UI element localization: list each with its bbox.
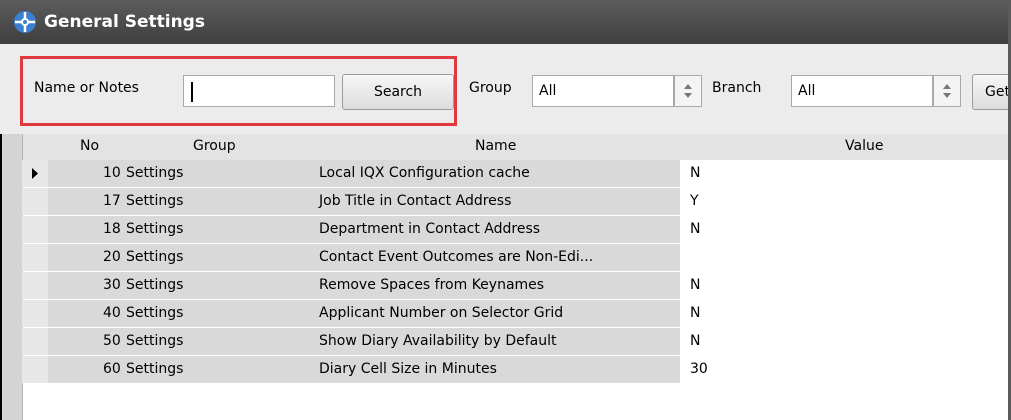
current-row-arrow-icon (32, 168, 38, 179)
row-group: Settings (126, 193, 184, 209)
row-value: N (690, 165, 701, 181)
row-no: 40 (103, 305, 121, 321)
row-selector[interactable] (22, 300, 48, 327)
group-spin-button[interactable] (674, 75, 702, 107)
search-highlight-box (20, 56, 457, 126)
group-select[interactable]: All (532, 75, 674, 107)
table-row[interactable]: 60 Settings Diary Cell Size in Minutes 3… (0, 356, 1008, 384)
column-header-value[interactable]: Value (845, 138, 883, 154)
row-value: N (690, 221, 701, 237)
branch-spin-button[interactable] (933, 75, 961, 107)
row-name: Applicant Number on Selector Grid (319, 305, 564, 321)
row-name: Remove Spaces from Keynames (319, 277, 545, 293)
get-button[interactable]: Get (972, 74, 1011, 110)
table-row[interactable]: 17 Settings Job Title in Contact Address… (0, 188, 1008, 216)
row-no: 10 (103, 165, 121, 181)
row-name: Local IQX Configuration cache (319, 165, 530, 181)
column-header-group[interactable]: Group (193, 138, 236, 154)
table-row[interactable]: 40 Settings Applicant Number on Selector… (0, 300, 1008, 328)
table-row[interactable]: 50 Settings Show Diary Availability by D… (0, 328, 1008, 356)
row-selector[interactable] (22, 188, 48, 215)
row-group: Settings (126, 305, 184, 321)
up-down-arrows-icon (943, 84, 951, 98)
column-header-no[interactable]: No (80, 138, 99, 154)
row-group: Settings (126, 333, 184, 349)
row-selector[interactable] (22, 216, 48, 243)
row-group: Settings (126, 277, 184, 293)
row-value: N (690, 305, 701, 321)
row-no: 17 (103, 193, 121, 209)
table-row[interactable]: 18 Settings Department in Contact Addres… (0, 216, 1008, 244)
row-name: Contact Event Outcomes are Non-Edi... (319, 249, 594, 265)
row-selector[interactable] (22, 272, 48, 299)
branch-select[interactable]: All (791, 75, 933, 107)
row-no: 30 (103, 277, 121, 293)
grid-header: No Group Name Value (0, 134, 1008, 161)
row-group: Settings (126, 165, 184, 181)
row-selector[interactable] (22, 356, 48, 383)
row-selector[interactable] (22, 244, 48, 271)
row-name: Department in Contact Address (319, 221, 541, 237)
row-value: Y (690, 193, 699, 209)
row-value: N (690, 333, 701, 349)
row-name: Job Title in Contact Address (319, 193, 512, 209)
row-group: Settings (126, 221, 184, 237)
row-no: 20 (103, 249, 121, 265)
row-no: 60 (103, 361, 121, 377)
window-title: General Settings (44, 12, 205, 32)
row-name: Show Diary Availability by Default (319, 333, 557, 349)
row-value: 30 (690, 361, 708, 377)
row-selector[interactable] (22, 160, 48, 187)
table-row[interactable]: 10 Settings Local IQX Configuration cach… (0, 160, 1008, 188)
row-name: Diary Cell Size in Minutes (319, 361, 497, 377)
row-group: Settings (126, 249, 184, 265)
up-down-arrows-icon (684, 84, 692, 98)
table-row[interactable]: 30 Settings Remove Spaces from Keynames … (0, 272, 1008, 300)
group-label: Group (469, 80, 512, 96)
table-row[interactable]: 20 Settings Contact Event Outcomes are N… (0, 244, 1008, 272)
window-title-bar: General Settings (0, 0, 1011, 44)
row-value: N (690, 277, 701, 293)
row-group: Settings (126, 361, 184, 377)
column-header-name[interactable]: Name (475, 138, 516, 154)
row-selector[interactable] (22, 328, 48, 355)
branch-label: Branch (712, 80, 762, 96)
row-no: 50 (103, 333, 121, 349)
settings-gear-icon (12, 9, 38, 35)
row-no: 18 (103, 221, 121, 237)
